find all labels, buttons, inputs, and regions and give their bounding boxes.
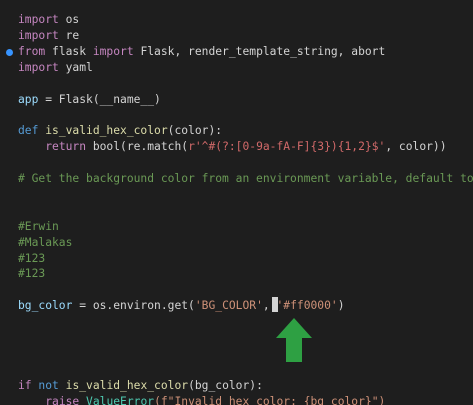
code-token: '#ff0000' [276, 299, 338, 313]
code-line-text: app = Flask(__name__) [18, 92, 161, 108]
code-token: import [92, 44, 134, 58]
code-token: (color): [167, 124, 223, 138]
code-line-text: import os [18, 12, 79, 28]
code-line[interactable]: #Malakas [0, 235, 473, 251]
code-token: return [45, 140, 87, 154]
code-token: # Get the background color from an envir… [18, 172, 473, 185]
code-line-text: from flask import Flask, render_template… [18, 44, 385, 60]
code-line[interactable]: def is_valid_hex_color(color): [0, 123, 473, 139]
code-line[interactable]: bg_color = os.environ.get('BG_COLOR', '#… [0, 298, 473, 314]
code-editor[interactable]: import os import re from flask import Flas… [0, 0, 473, 405]
code-line[interactable]: #Erwin [0, 219, 473, 235]
code-line[interactable]: import re [0, 28, 473, 44]
code-line[interactable] [0, 314, 473, 330]
code-line-text: import re [18, 28, 79, 44]
code-token: if [18, 378, 32, 392]
code-token: , [262, 299, 277, 313]
code-line-text: raise ValueError(f"Invalid hex color: {b… [18, 394, 385, 405]
code-line[interactable]: #123 [0, 251, 473, 267]
code-token: import [18, 13, 59, 26]
code-line[interactable]: raise ValueError(f"Invalid hex color: {b… [0, 394, 473, 405]
code-token: import [18, 60, 59, 74]
code-token: 'BG_COLOR' [194, 299, 263, 313]
code-token: ) [337, 299, 345, 313]
modified-indicator-dot [6, 48, 13, 56]
code-token: #123 [18, 251, 46, 265]
code-line[interactable]: from flask import Flask, render_template… [0, 44, 473, 60]
code-token: flask [45, 44, 93, 58]
code-token: raise [45, 394, 80, 405]
code-token: Flask, render_template_string, abort [133, 44, 386, 58]
code-line[interactable]: #123 [0, 266, 473, 282]
code-line[interactable] [0, 107, 473, 123]
code-line-text: #123 [18, 266, 45, 282]
code-token: app [18, 92, 39, 106]
code-line-text: def is_valid_hex_color(color): [18, 123, 222, 139]
code-line-text: #Malakas [18, 235, 72, 251]
code-token: #Erwin [18, 219, 59, 233]
code-token: is_valid_hex_color [65, 378, 189, 392]
code-line[interactable] [0, 330, 473, 346]
code-token: (bg_color): [188, 378, 263, 392]
code-token: , color)) [385, 140, 447, 154]
code-line[interactable] [0, 282, 473, 298]
code-line[interactable] [0, 155, 473, 171]
code-token: (f"Invalid hex color: {bg_color}") [154, 394, 386, 405]
code-line-text: if not is_valid_hex_color(bg_color): [18, 378, 263, 394]
code-line[interactable]: import yaml [0, 60, 473, 76]
code-token: = os.environ.get( [72, 299, 195, 313]
code-line-text: #Erwin [18, 219, 59, 235]
code-line-text: import yaml [18, 60, 93, 76]
code-token: #Malakas [18, 235, 73, 249]
code-token: bg_color [18, 299, 73, 313]
code-token: #123 [18, 267, 46, 281]
code-line[interactable] [0, 76, 473, 92]
code-line[interactable] [0, 203, 473, 219]
code-line-text: return bool(re.match(r'^#(?:[0-9a-fA-F]{… [18, 139, 447, 155]
code-line[interactable]: import os [0, 12, 473, 28]
code-token: from [18, 44, 46, 58]
code-line[interactable]: return bool(re.match(r'^#(?:[0-9a-fA-F]{… [0, 139, 473, 155]
code-line-text: # Get the background color from an envir… [18, 171, 473, 187]
code-line[interactable] [0, 362, 473, 378]
code-line[interactable] [0, 346, 473, 362]
code-token: bool(re.match( [86, 140, 189, 154]
code-line-text: #123 [18, 251, 45, 267]
code-line-text: bg_color = os.environ.get('BG_COLOR', '#… [18, 298, 345, 314]
code-token: yaml [58, 60, 93, 74]
code-token: is_valid_hex_color [45, 124, 168, 138]
code-line[interactable]: if not is_valid_hex_color(bg_color): [0, 378, 473, 394]
code-token: def [18, 124, 39, 138]
code-token: os [58, 13, 80, 26]
code-token: = Flask(__name__) [38, 92, 161, 106]
code-token: import [18, 28, 59, 42]
code-line[interactable] [0, 187, 473, 203]
code-token: ValueError [86, 394, 155, 405]
code-line[interactable]: app = Flask(__name__) [0, 92, 473, 108]
code-line[interactable]: # Get the background color from an envir… [0, 171, 473, 187]
code-token: not [38, 378, 59, 392]
code-token: r'^#(?:[0-9a-fA-F]{3}){1,2}$' [188, 140, 386, 154]
code-token: re [58, 28, 80, 42]
